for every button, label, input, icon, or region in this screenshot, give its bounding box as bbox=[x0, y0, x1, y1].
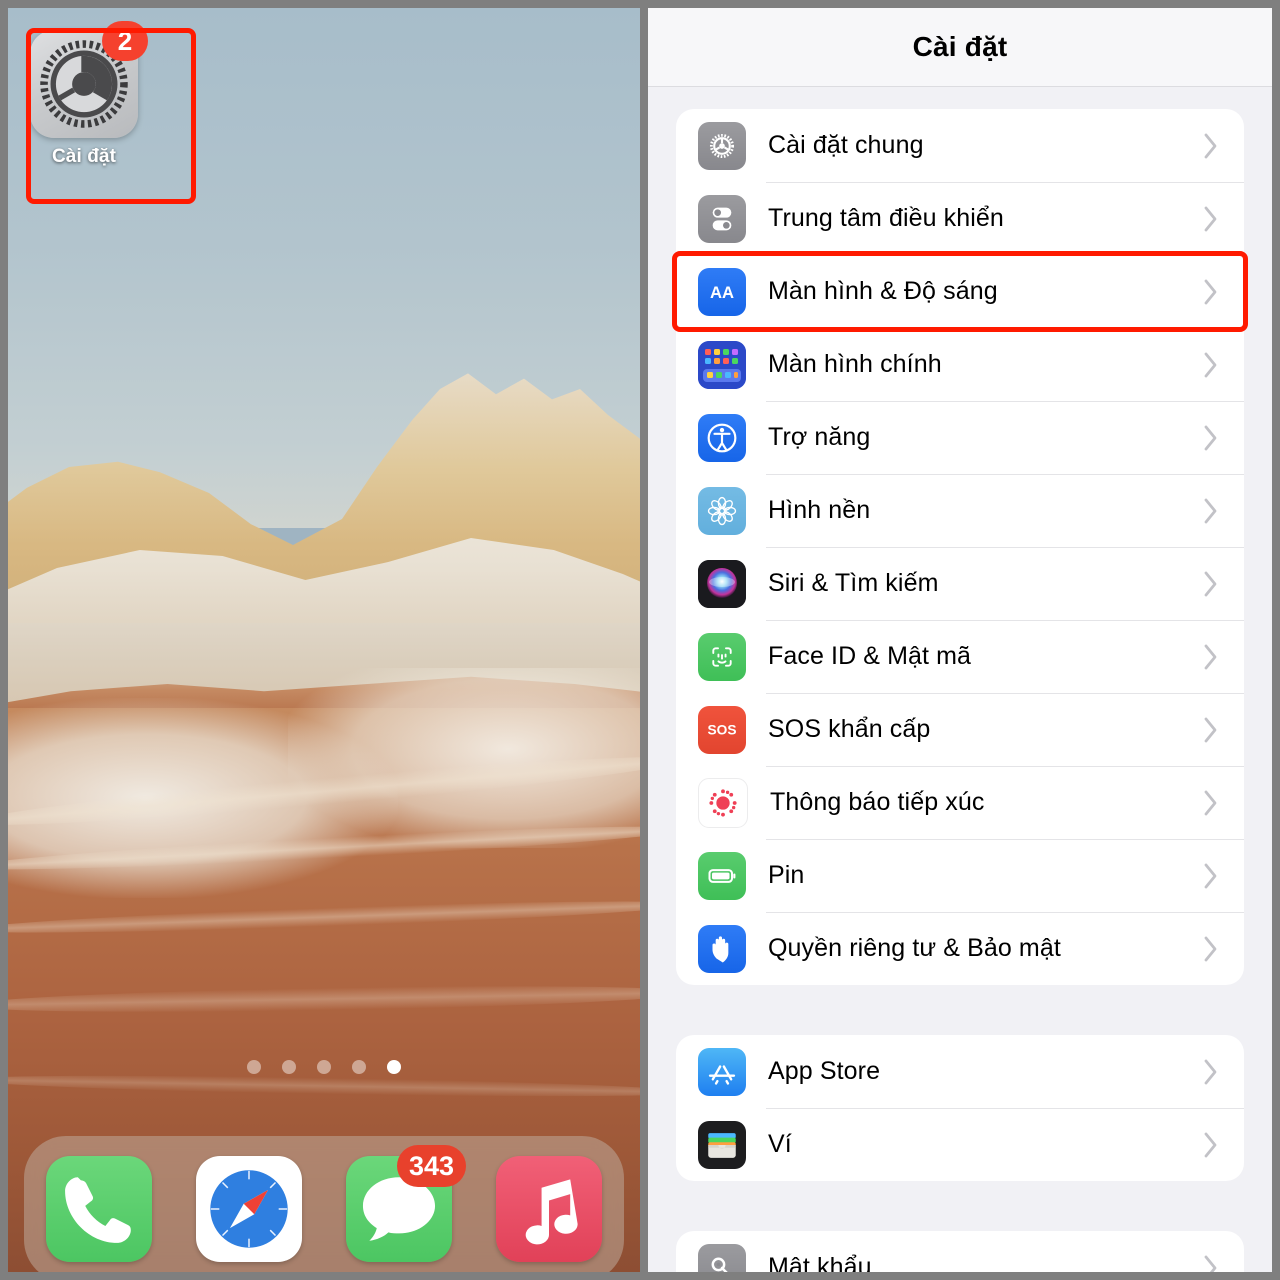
page-dot-active[interactable] bbox=[387, 1060, 401, 1074]
settings-row-label: Hình nền bbox=[768, 496, 871, 524]
chevron-right-icon bbox=[1194, 932, 1228, 966]
settings-row-label: Thông báo tiếp xúc bbox=[770, 788, 985, 816]
dock-app-safari[interactable] bbox=[196, 1156, 302, 1262]
settings-row[interactable]: Trợ năng bbox=[676, 401, 1244, 474]
control-center-icon bbox=[698, 194, 746, 243]
settings-badge: 2 bbox=[102, 21, 148, 61]
svg-text:SOS: SOS bbox=[707, 722, 736, 737]
page-title: Cài đặt bbox=[912, 31, 1008, 62]
chevron-right-icon bbox=[1194, 202, 1228, 236]
settings-row[interactable]: Màn hình chính bbox=[676, 328, 1244, 401]
settings-app: Cài đặt Cài đặt chung Trung tâm điều khi… bbox=[648, 8, 1272, 1272]
exposure-notification-icon bbox=[698, 777, 748, 828]
nav-bar: Cài đặt bbox=[648, 8, 1272, 87]
chevron-right-icon bbox=[1194, 275, 1228, 309]
gear-icon bbox=[698, 121, 746, 170]
display-aa-icon: AA bbox=[698, 267, 746, 316]
music-note-icon bbox=[525, 1179, 578, 1245]
chevron-right-icon bbox=[1194, 348, 1228, 382]
dock-app-messages[interactable]: 343 bbox=[346, 1145, 466, 1262]
chevron-right-icon bbox=[1194, 1251, 1228, 1272]
compass-icon bbox=[207, 1167, 291, 1251]
chevron-right-icon bbox=[1194, 421, 1228, 455]
page-dot[interactable] bbox=[317, 1060, 331, 1074]
face-id-icon bbox=[698, 632, 746, 681]
screenshot-root: 2 Cài đặt 343 Cài đặt Cài đặt chung Trun… bbox=[0, 0, 1280, 1280]
settings-row[interactable]: Trung tâm điều khiển bbox=[676, 182, 1244, 255]
chevron-right-icon bbox=[1194, 786, 1228, 820]
chevron-right-icon bbox=[1194, 494, 1228, 528]
settings-row-label: Pin bbox=[768, 861, 805, 889]
settings-row-label: Siri & Tìm kiếm bbox=[768, 569, 939, 597]
settings-row[interactable]: Thông báo tiếp xúc bbox=[676, 766, 1244, 839]
messages-badge: 343 bbox=[396, 1145, 466, 1187]
svg-text:AA: AA bbox=[710, 282, 734, 301]
settings-row-label: Màn hình & Độ sáng bbox=[768, 277, 998, 305]
passwords-group: Mật khẩu bbox=[676, 1231, 1244, 1272]
chevron-right-icon bbox=[1194, 713, 1228, 747]
page-dot[interactable] bbox=[282, 1060, 296, 1074]
sos-icon: SOS bbox=[698, 705, 746, 754]
wallpaper-swirl-right bbox=[288, 668, 640, 848]
settings-row[interactable]: Mật khẩu bbox=[676, 1231, 1244, 1272]
dock-app-music[interactable] bbox=[496, 1156, 602, 1262]
siri-orb-icon bbox=[698, 559, 746, 608]
settings-row[interactable]: Siri & Tìm kiếm bbox=[676, 547, 1244, 620]
home-screen-grid-icon bbox=[698, 340, 746, 389]
key-icon bbox=[698, 1243, 746, 1272]
chevron-right-icon bbox=[1194, 859, 1228, 893]
settings-list[interactable]: Cài đặt chung Trung tâm điều khiển AA Màn … bbox=[648, 109, 1272, 1272]
home-app-settings[interactable]: 2 Cài đặt bbox=[24, 21, 148, 168]
wallet-icon bbox=[698, 1120, 746, 1169]
settings-row-label: Trợ năng bbox=[768, 423, 871, 451]
phone-icon bbox=[65, 1177, 131, 1243]
settings-row-label: Ví bbox=[768, 1130, 792, 1158]
hand-privacy-icon bbox=[698, 924, 746, 973]
settings-row[interactable]: App Store bbox=[676, 1035, 1244, 1108]
chevron-right-icon bbox=[1194, 640, 1228, 674]
settings-row[interactable]: Face ID & Mật mã bbox=[676, 620, 1244, 693]
settings-row[interactable]: Cài đặt chung bbox=[676, 109, 1244, 182]
battery-icon bbox=[698, 851, 746, 900]
settings-row-label: Quyền riêng tư & Bảo mật bbox=[768, 934, 1061, 962]
settings-row[interactable]: SOS SOS khẩn cấp bbox=[676, 693, 1244, 766]
settings-row-label: App Store bbox=[768, 1057, 881, 1085]
chevron-right-icon bbox=[1194, 1055, 1228, 1089]
settings-row[interactable]: Quyền riêng tư & Bảo mật bbox=[676, 912, 1244, 985]
settings-row[interactable]: AA Màn hình & Độ sáng bbox=[676, 255, 1244, 328]
dock: 343 bbox=[24, 1136, 624, 1272]
settings-row-label: Face ID & Mật mã bbox=[768, 642, 972, 670]
wallpaper bbox=[8, 8, 640, 1272]
chevron-right-icon bbox=[1194, 1128, 1228, 1162]
iphone-home-screen: 2 Cài đặt 343 bbox=[8, 8, 640, 1272]
dock-app-phone[interactable] bbox=[46, 1156, 152, 1262]
store-group: App Store Ví bbox=[676, 1035, 1244, 1181]
settings-app-label: Cài đặt bbox=[51, 146, 117, 167]
chevron-right-icon bbox=[1194, 129, 1228, 163]
settings-row-label: Cài đặt chung bbox=[768, 131, 924, 159]
settings-row-label: Trung tâm điều khiển bbox=[768, 204, 1004, 232]
page-dot[interactable] bbox=[352, 1060, 366, 1074]
settings-app-tile[interactable]: 2 bbox=[30, 21, 148, 138]
settings-row[interactable]: Pin bbox=[676, 839, 1244, 912]
wallpaper-flower-icon bbox=[698, 486, 746, 535]
accessibility-icon bbox=[698, 413, 746, 462]
page-dots[interactable] bbox=[8, 1060, 640, 1074]
settings-row-label: Màn hình chính bbox=[768, 350, 942, 378]
system-group: Cài đặt chung Trung tâm điều khiển AA Màn … bbox=[676, 109, 1244, 985]
settings-row[interactable]: Ví bbox=[676, 1108, 1244, 1181]
app-store-icon bbox=[698, 1047, 746, 1096]
chevron-right-icon bbox=[1194, 567, 1228, 601]
settings-row[interactable]: Hình nền bbox=[676, 474, 1244, 547]
settings-row-label: Mật khẩu bbox=[768, 1253, 872, 1272]
page-dot[interactable] bbox=[247, 1060, 261, 1074]
settings-row-label: SOS khẩn cấp bbox=[768, 715, 931, 743]
